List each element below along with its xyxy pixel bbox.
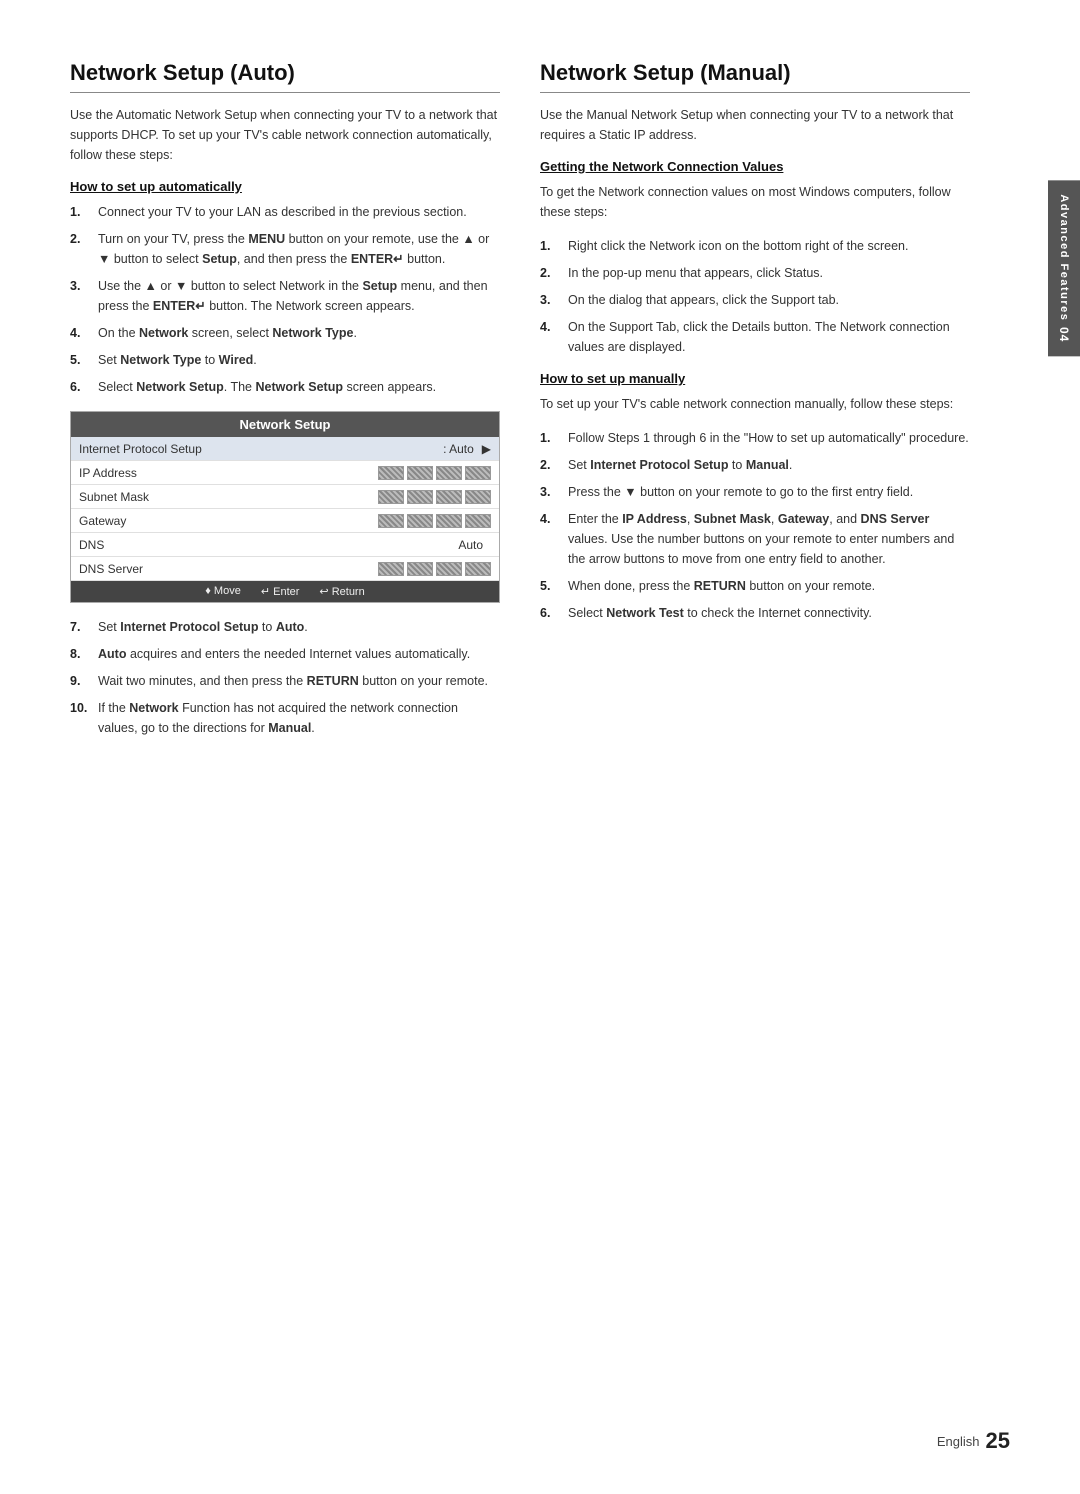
dns-server-label: DNS Server	[79, 562, 378, 576]
network-row-subnet: Subnet Mask	[71, 485, 499, 509]
main-content: Network Setup (Auto) Use the Automatic N…	[0, 0, 1048, 1494]
step-4: 4. On the Network screen, select Network…	[70, 323, 500, 343]
subnet-block-3	[436, 490, 462, 504]
network-row-dns-server: DNS Server	[71, 557, 499, 581]
page-container: 04 Advanced Features Network Setup (Auto…	[0, 0, 1080, 1494]
right-column: Network Setup (Manual) Use the Manual Ne…	[540, 60, 970, 1434]
right-manual-step-4: 4. Enter the IP Address, Subnet Mask, Ga…	[540, 509, 970, 569]
subnet-block-1	[378, 490, 404, 504]
step-10: 10. If the Network Function has not acqu…	[70, 698, 500, 738]
footer-move: ♦ Move	[205, 585, 241, 598]
protocol-label: Internet Protocol Setup	[79, 442, 443, 456]
network-row-dns: DNS Auto	[71, 533, 499, 557]
right-manual-step-2: 2. Set Internet Protocol Setup to Manual…	[540, 455, 970, 475]
gateway-label: Gateway	[79, 514, 378, 528]
step-3: 3. Use the ▲ or ▼ button to select Netwo…	[70, 276, 500, 316]
ip-block-1	[378, 466, 404, 480]
gateway-blocks	[378, 514, 491, 528]
gw-block-2	[407, 514, 433, 528]
step-9: 9. Wait two minutes, and then press the …	[70, 671, 500, 691]
page-footer: English 25	[937, 1428, 1010, 1454]
right-section-title: Network Setup (Manual)	[540, 60, 970, 93]
protocol-value: : Auto	[443, 442, 474, 456]
left-intro: Use the Automatic Network Setup when con…	[70, 105, 500, 165]
ip-block-4	[465, 466, 491, 480]
right-step-4: 4. On the Support Tab, click the Details…	[540, 317, 970, 357]
right-manual-step-6: 6. Select Network Test to check the Inte…	[540, 603, 970, 623]
network-row-protocol: Internet Protocol Setup : Auto ▶	[71, 437, 499, 461]
network-box-title: Network Setup	[71, 412, 499, 437]
step-7: 7. Set Internet Protocol Setup to Auto.	[70, 617, 500, 637]
footer-page-number: 25	[986, 1428, 1010, 1454]
chapter-tab: 04 Advanced Features	[1048, 180, 1080, 356]
right-subsection2-intro: To set up your TV's cable network connec…	[540, 394, 970, 414]
footer-enter: ↵ Enter	[261, 585, 300, 598]
chapter-number: 04	[1057, 327, 1071, 342]
right-manual-step-1: 1. Follow Steps 1 through 6 in the "How …	[540, 428, 970, 448]
step-2: 2. Turn on your TV, press the MENU butto…	[70, 229, 500, 269]
step-6: 6. Select Network Setup. The Network Set…	[70, 377, 500, 397]
right-intro: Use the Manual Network Setup when connec…	[540, 105, 970, 145]
gw-block-3	[436, 514, 462, 528]
ip-block-2	[407, 466, 433, 480]
network-setup-box: Network Setup Internet Protocol Setup : …	[70, 411, 500, 603]
subnet-label: Subnet Mask	[79, 490, 378, 504]
ip-label: IP Address	[79, 466, 378, 480]
ip-blocks	[378, 466, 491, 480]
left-section-title: Network Setup (Auto)	[70, 60, 500, 93]
right-step-3: 3. On the dialog that appears, click the…	[540, 290, 970, 310]
chapter-label: Advanced Features	[1058, 194, 1070, 321]
right-steps-list-1: 1. Right click the Network icon on the b…	[540, 236, 970, 357]
right-manual-step-5: 5. When done, press the RETURN button on…	[540, 576, 970, 596]
dns-block-4	[465, 562, 491, 576]
network-box-footer: ♦ Move ↵ Enter ↩ Return	[71, 581, 499, 602]
dns-block-2	[407, 562, 433, 576]
subnet-block-4	[465, 490, 491, 504]
left-subsection-title: How to set up automatically	[70, 179, 500, 194]
dns-label: DNS	[79, 538, 458, 552]
protocol-arrow: ▶	[482, 442, 491, 456]
gw-block-1	[378, 514, 404, 528]
gw-block-4	[465, 514, 491, 528]
dns-block-1	[378, 562, 404, 576]
right-step-2: 2. In the pop-up menu that appears, clic…	[540, 263, 970, 283]
step-5: 5. Set Network Type to Wired.	[70, 350, 500, 370]
steps-list-after: 7. Set Internet Protocol Setup to Auto. …	[70, 617, 500, 738]
network-row-ip: IP Address	[71, 461, 499, 485]
network-row-gateway: Gateway	[71, 509, 499, 533]
dns-value: Auto	[458, 538, 483, 552]
left-column: Network Setup (Auto) Use the Automatic N…	[70, 60, 500, 1434]
subnet-blocks	[378, 490, 491, 504]
footer-english-label: English	[937, 1434, 980, 1449]
step-1: 1. Connect your TV to your LAN as descri…	[70, 202, 500, 222]
footer-return: ↩ Return	[319, 585, 364, 598]
right-steps-list-2: 1. Follow Steps 1 through 6 in the "How …	[540, 428, 970, 623]
dns-block-3	[436, 562, 462, 576]
subnet-block-2	[407, 490, 433, 504]
right-subsection1-intro: To get the Network connection values on …	[540, 182, 970, 222]
steps-list-auto: 1. Connect your TV to your LAN as descri…	[70, 202, 500, 397]
dns-server-blocks	[378, 562, 491, 576]
step-8: 8. Auto acquires and enters the needed I…	[70, 644, 500, 664]
right-manual-step-3: 3. Press the ▼ button on your remote to …	[540, 482, 970, 502]
ip-block-3	[436, 466, 462, 480]
right-step-1: 1. Right click the Network icon on the b…	[540, 236, 970, 256]
right-subsection1-title: Getting the Network Connection Values	[540, 159, 970, 174]
right-subsection2-title: How to set up manually	[540, 371, 970, 386]
